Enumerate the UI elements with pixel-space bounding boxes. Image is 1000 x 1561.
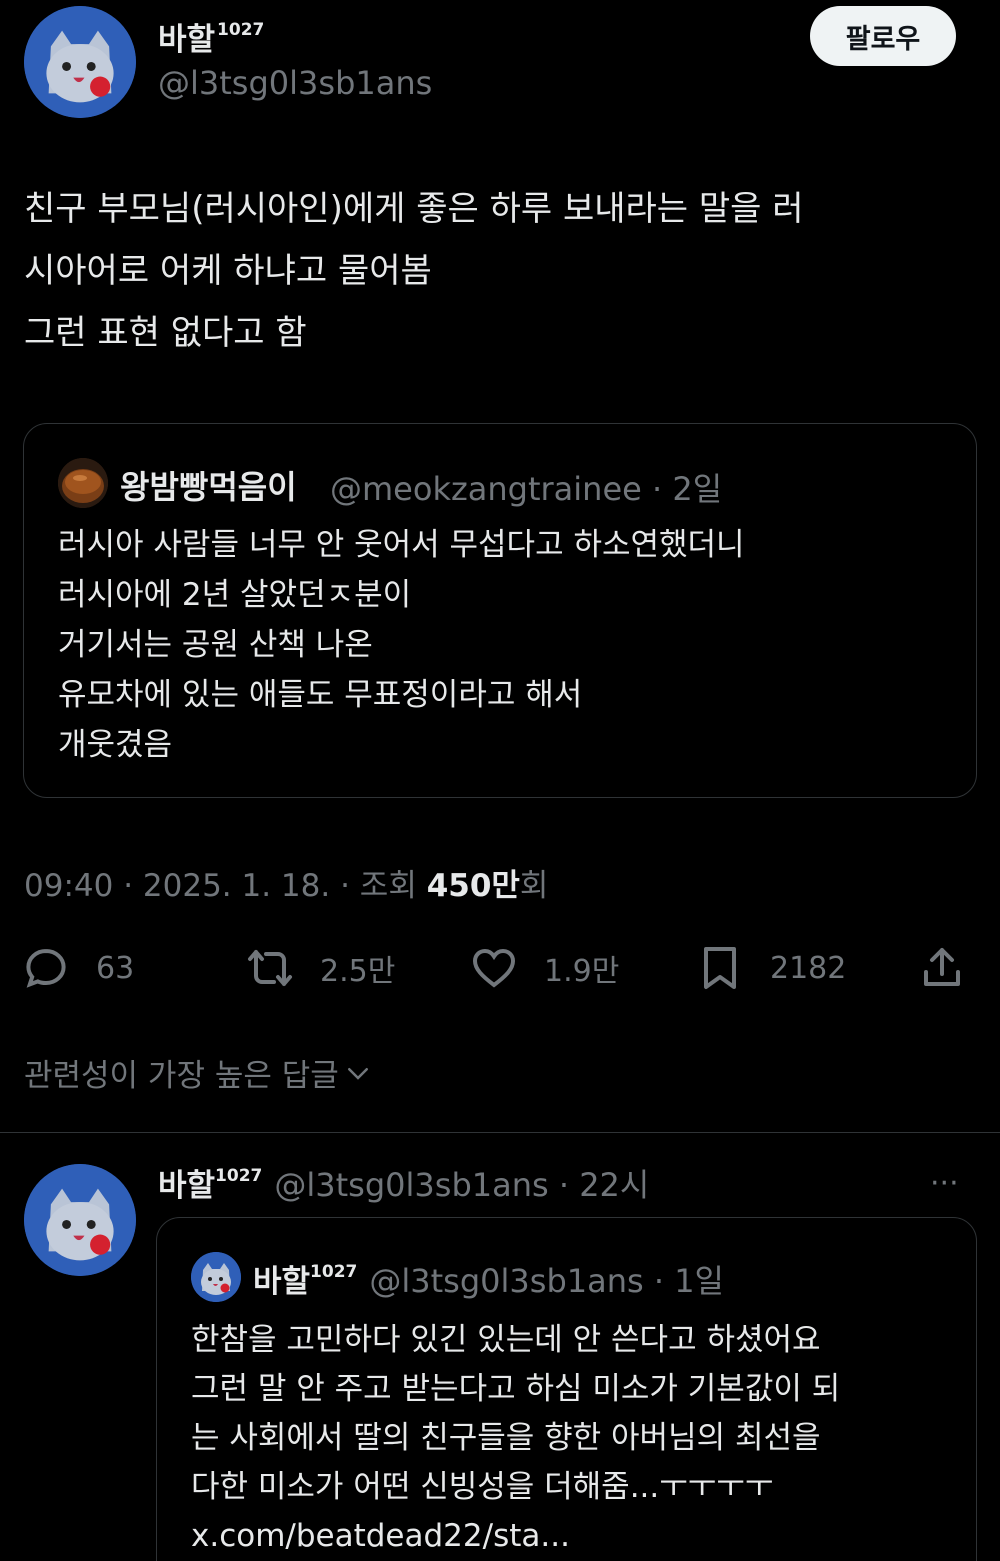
chevron-down-icon xyxy=(347,1067,368,1080)
retweet-button[interactable]: 2.5만 xyxy=(246,940,395,996)
reply-header: 바할1027 @l3tsg0l3sb1ans · 22시 xyxy=(158,1160,649,1206)
rq-name-suffix: 1027 xyxy=(310,1261,358,1282)
tweet-line: 친구 부모님(러시아인)에게 좋은 하루 보내라는 말을 러 xyxy=(24,189,804,229)
quote-line: 러시아에 2년 살았던ㅈ분이 xyxy=(58,577,412,613)
author-name-suffix: 1027 xyxy=(217,19,265,40)
tweet-line: 그런 표현 없다고 함 xyxy=(24,313,307,353)
more-options-icon[interactable]: ··· xyxy=(930,1166,980,1201)
cat-avatar-icon xyxy=(191,1252,241,1302)
rq-line: 는 사회에서 딸의 친구들을 향한 아버님의 최선을 xyxy=(191,1420,821,1456)
reply-quoted-header: 바할1027 @l3tsg0l3sb1ans · 1일 xyxy=(253,1256,724,1302)
author-display-name[interactable]: 바할 1027 xyxy=(158,14,264,59)
reply-quoted-tweet-card[interactable]: 바할1027 @l3tsg0l3sb1ans · 1일 한참을 고민하다 있긴 있… xyxy=(156,1217,977,1561)
rq-line: 그런 말 안 주고 받는다고 하심 미소가 기본값이 되 xyxy=(191,1371,841,1407)
bookmark-count: 2182 xyxy=(770,950,847,986)
quoted-tweet-card[interactable]: 왕밤빵먹음이 @meokzangtrainee · 2일 러시아 사람들 너무 … xyxy=(23,423,977,798)
divider xyxy=(0,1132,1000,1133)
reply-author-name[interactable]: 바할1027 xyxy=(158,1165,263,1204)
quote-line: 러시아 사람들 너무 안 웃어서 무섭다고 하소연했더니 xyxy=(58,527,745,563)
tweet-text: 친구 부모님(러시아인)에게 좋은 하루 보내라는 말을 러 시아어로 어케 하… xyxy=(24,178,974,364)
cat-avatar-icon xyxy=(24,1164,136,1276)
cat-avatar-icon xyxy=(24,6,136,118)
bread-avatar-icon xyxy=(58,458,108,508)
reply-author-avatar[interactable] xyxy=(24,1164,136,1276)
reply-name-text: 바할 xyxy=(158,1168,216,1204)
reply-name-suffix: 1027 xyxy=(215,1165,263,1186)
bookmark-icon xyxy=(704,947,736,989)
reply-sort-label: 관련성이 가장 높은 답글 xyxy=(24,1058,339,1094)
quoted-author-avatar[interactable] xyxy=(58,458,108,508)
quoted-tweet-text: 러시아 사람들 너무 안 웃어서 무섭다고 하소연했더니 러시아에 2년 살았던… xyxy=(58,520,745,770)
tweet-line: 시아어로 어케 하냐고 물어봄 xyxy=(24,251,432,291)
reply-button[interactable]: 63 xyxy=(22,940,134,996)
quoted-author-name[interactable]: 왕밤빵먹음이 xyxy=(120,462,297,508)
reply-quoted-avatar[interactable] xyxy=(191,1252,241,1302)
timestamp-text: 09:40 · 2025. 1. 18. · 조회 xyxy=(24,868,427,904)
rq-line: 한참을 고민하다 있긴 있는데 안 쓴다고 하셨어요 xyxy=(191,1322,821,1358)
rq-name-text: 바할 xyxy=(253,1264,311,1300)
quote-line: 개웃겼음 xyxy=(58,727,173,763)
reply-quoted-meta: @l3tsg0l3sb1ans · 1일 xyxy=(369,1262,724,1300)
view-suffix: 회 xyxy=(519,868,549,904)
rq-line: 다한 미소가 어떤 신빙성을 더해줌...ㅜㅜㅜㅜ xyxy=(191,1469,774,1505)
reply-sort-dropdown[interactable]: 관련성이 가장 높은 답글 xyxy=(24,1050,373,1095)
quoted-author-meta: @meokzangtrainee · 2일 xyxy=(330,470,723,508)
reply-quoted-text: 한참을 고민하다 있긴 있는데 안 쓴다고 하셨어요 그런 말 안 주고 받는다… xyxy=(191,1316,840,1561)
like-count: 1.9만 xyxy=(544,954,620,989)
timestamp-views: 09:40 · 2025. 1. 18. · 조회 450만회 xyxy=(24,860,548,905)
heart-icon xyxy=(472,948,516,988)
quote-line: 거기서는 공원 산책 나온 xyxy=(58,627,373,663)
bookmark-button[interactable]: 2182 xyxy=(696,940,846,996)
share-button[interactable] xyxy=(918,940,966,996)
share-icon xyxy=(924,948,960,986)
view-count[interactable]: 450만 xyxy=(427,868,520,904)
quote-line: 유모차에 있는 애들도 무표정이라고 해서 xyxy=(58,677,583,713)
reply-count: 63 xyxy=(96,950,135,986)
follow-button[interactable]: 팔로우 xyxy=(810,6,956,66)
author-name-text: 바할 xyxy=(158,22,216,58)
reply-quoted-author-name[interactable]: 바할1027 xyxy=(253,1261,358,1300)
reply-icon xyxy=(26,948,66,988)
rq-link[interactable]: x.com/beatdead22/sta... xyxy=(191,1512,840,1561)
like-button[interactable]: 1.9만 xyxy=(470,940,619,996)
reply-meta: @l3tsg0l3sb1ans · 22시 xyxy=(274,1166,650,1204)
retweet-count: 2.5만 xyxy=(320,954,396,989)
author-avatar[interactable] xyxy=(24,6,136,118)
author-handle[interactable]: @l3tsg0l3sb1ans xyxy=(158,64,432,102)
retweet-icon xyxy=(248,950,292,986)
